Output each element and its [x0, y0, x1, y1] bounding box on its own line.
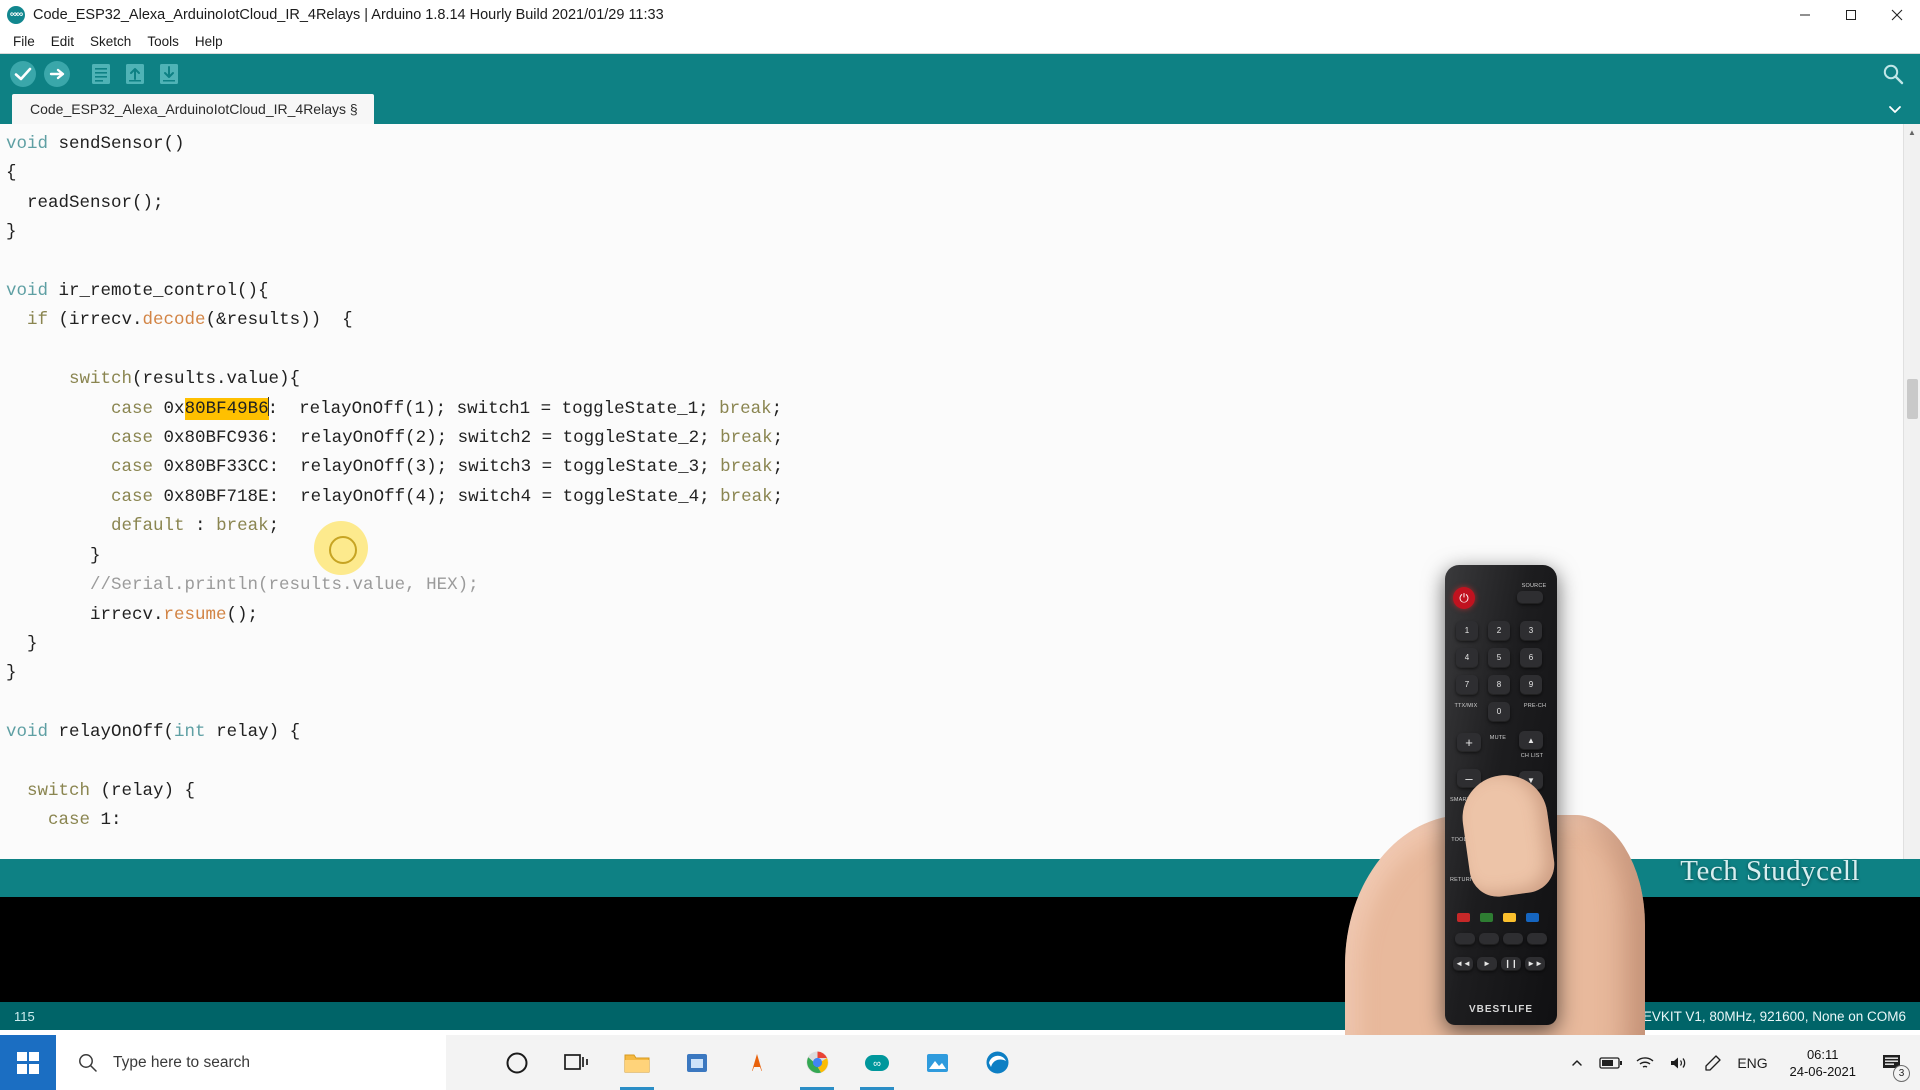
code-line: case 0x80BF33CC: relayOnOff(3); switch3 …: [111, 457, 784, 478]
scrollbar-thumb[interactable]: [1907, 379, 1918, 419]
code-line: //Serial.println(results.value, HEX);: [90, 575, 479, 596]
upload-button[interactable]: [40, 57, 74, 91]
store-icon[interactable]: [668, 1035, 726, 1090]
code-line: if (irrecv.decode(&results)) {: [27, 310, 353, 331]
windows-taskbar: Type here to search ∞ ENG 06:11 24-06-20…: [0, 1035, 1920, 1090]
wifi-icon[interactable]: [1628, 1035, 1662, 1090]
taskbar-clock[interactable]: 06:11 24-06-2021: [1776, 1035, 1871, 1090]
tab-menu-button[interactable]: [1884, 98, 1906, 120]
cortana-icon[interactable]: [488, 1035, 546, 1090]
new-sketch-button[interactable]: [84, 57, 118, 91]
code-line: case 0x80BF49B6: relayOnOff(1); switch1 …: [111, 396, 783, 420]
code-line: irrecv.resume();: [6, 604, 259, 625]
code-text[interactable]: void sendSensor() { readSensor();} void i…: [0, 124, 1920, 836]
open-sketch-button[interactable]: [118, 57, 152, 91]
verify-button[interactable]: [6, 57, 40, 91]
editor-scrollbar[interactable]: ▲: [1903, 124, 1920, 859]
photos-icon[interactable]: [908, 1035, 966, 1090]
clock-date: 24-06-2021: [1789, 1063, 1857, 1079]
code-line: }: [6, 222, 17, 243]
screen: ∞∞ Code_ESP32_Alexa_ArduinoIotCloud_IR_4…: [0, 0, 1920, 1090]
windows-logo-icon: [17, 1051, 39, 1074]
arduino-app-icon: ∞∞: [7, 6, 25, 24]
window-title: Code_ESP32_Alexa_ArduinoIotCloud_IR_4Rel…: [33, 7, 664, 23]
tab-sketch[interactable]: Code_ESP32_Alexa_ArduinoIotCloud_IR_4Rel…: [12, 94, 374, 124]
battery-icon[interactable]: [1594, 1035, 1628, 1090]
code-line: {: [6, 163, 17, 184]
arduino-icon[interactable]: ∞: [848, 1035, 906, 1090]
notification-count-badge: 3: [1893, 1065, 1910, 1082]
search-icon: [79, 1054, 97, 1072]
task-view-icon[interactable]: [548, 1035, 606, 1090]
system-tray: ENG 06:11 24-06-2021 3: [1560, 1035, 1920, 1090]
title-bar: ∞∞ Code_ESP32_Alexa_ArduinoIotCloud_IR_4…: [0, 0, 1920, 30]
edge-icon[interactable]: [968, 1035, 1026, 1090]
code-editor[interactable]: void sendSensor() { readSensor();} void i…: [0, 124, 1920, 859]
code-line: case 0x80BF718E: relayOnOff(4); switch4 …: [111, 486, 784, 507]
menu-file[interactable]: File: [5, 32, 43, 51]
tab-label: Code_ESP32_Alexa_ArduinoIotCloud_IR_4Rel…: [30, 101, 358, 117]
code-line: default : break;: [111, 516, 280, 537]
chrome-icon[interactable]: [788, 1035, 846, 1090]
notifications-button[interactable]: 3: [1870, 1035, 1914, 1090]
serial-monitor-button[interactable]: [1876, 57, 1910, 91]
arduino-ide-window: ∞∞ Code_ESP32_Alexa_ArduinoIotCloud_IR_4…: [0, 0, 1920, 1035]
taskbar-app-icons: ∞: [488, 1035, 1026, 1090]
ide-toolbar: [0, 54, 1920, 94]
line-number: 115: [14, 1008, 35, 1024]
code-line: switch(results.value){: [69, 369, 301, 390]
code-line: }: [6, 663, 17, 684]
minimize-button[interactable]: [1782, 0, 1828, 30]
menu-help[interactable]: Help: [187, 32, 231, 51]
code-line: void sendSensor(): [6, 134, 185, 154]
code-line: }: [6, 545, 101, 566]
code-line: void relayOnOff(int relay) {: [6, 722, 301, 743]
taskbar-search[interactable]: Type here to search: [56, 1035, 446, 1090]
code-line: case 1:: [48, 810, 122, 831]
menu-bar: File Edit Sketch Tools Help: [0, 30, 1920, 54]
code-line: void ir_remote_control(){: [6, 281, 269, 302]
scroll-up-arrow[interactable]: ▲: [1904, 124, 1920, 141]
tab-strip: Code_ESP32_Alexa_ArduinoIotCloud_IR_4Rel…: [0, 94, 1920, 124]
console-output: [0, 897, 1920, 1002]
close-button[interactable]: [1874, 0, 1920, 30]
pen-icon[interactable]: [1696, 1035, 1730, 1090]
console-toolbar: [0, 859, 1920, 897]
volume-icon[interactable]: [1662, 1035, 1696, 1090]
vlc-icon[interactable]: [728, 1035, 786, 1090]
menu-tools[interactable]: Tools: [139, 32, 187, 51]
window-controls: [1782, 0, 1920, 30]
code-line: }: [6, 633, 38, 654]
status-bar: 115 P32 DEVKIT V1, 80MHz, 921600, None o…: [0, 1002, 1920, 1030]
clock-time: 06:11: [1806, 1046, 1839, 1062]
search-placeholder: Type here to search: [113, 1053, 250, 1071]
code-line: case 0x80BFC936: relayOnOff(2); switch2 …: [111, 428, 784, 449]
selected-hex-value[interactable]: 80BF49B6: [184, 397, 269, 420]
menu-sketch[interactable]: Sketch: [82, 32, 139, 51]
show-hidden-icons-button[interactable]: [1560, 1035, 1594, 1090]
board-info: P32 DEVKIT V1, 80MHz, 921600, None on CO…: [1605, 1008, 1906, 1024]
save-sketch-button[interactable]: [152, 57, 186, 91]
start-button[interactable]: [0, 1035, 56, 1090]
menu-edit[interactable]: Edit: [43, 32, 82, 51]
code-line: switch (relay) {: [27, 780, 196, 801]
svg-text:∞: ∞: [873, 1058, 881, 1070]
maximize-button[interactable]: [1828, 0, 1874, 30]
file-explorer-icon[interactable]: [608, 1035, 666, 1090]
language-indicator[interactable]: ENG: [1730, 1035, 1776, 1090]
code-line: readSensor();: [6, 192, 164, 213]
